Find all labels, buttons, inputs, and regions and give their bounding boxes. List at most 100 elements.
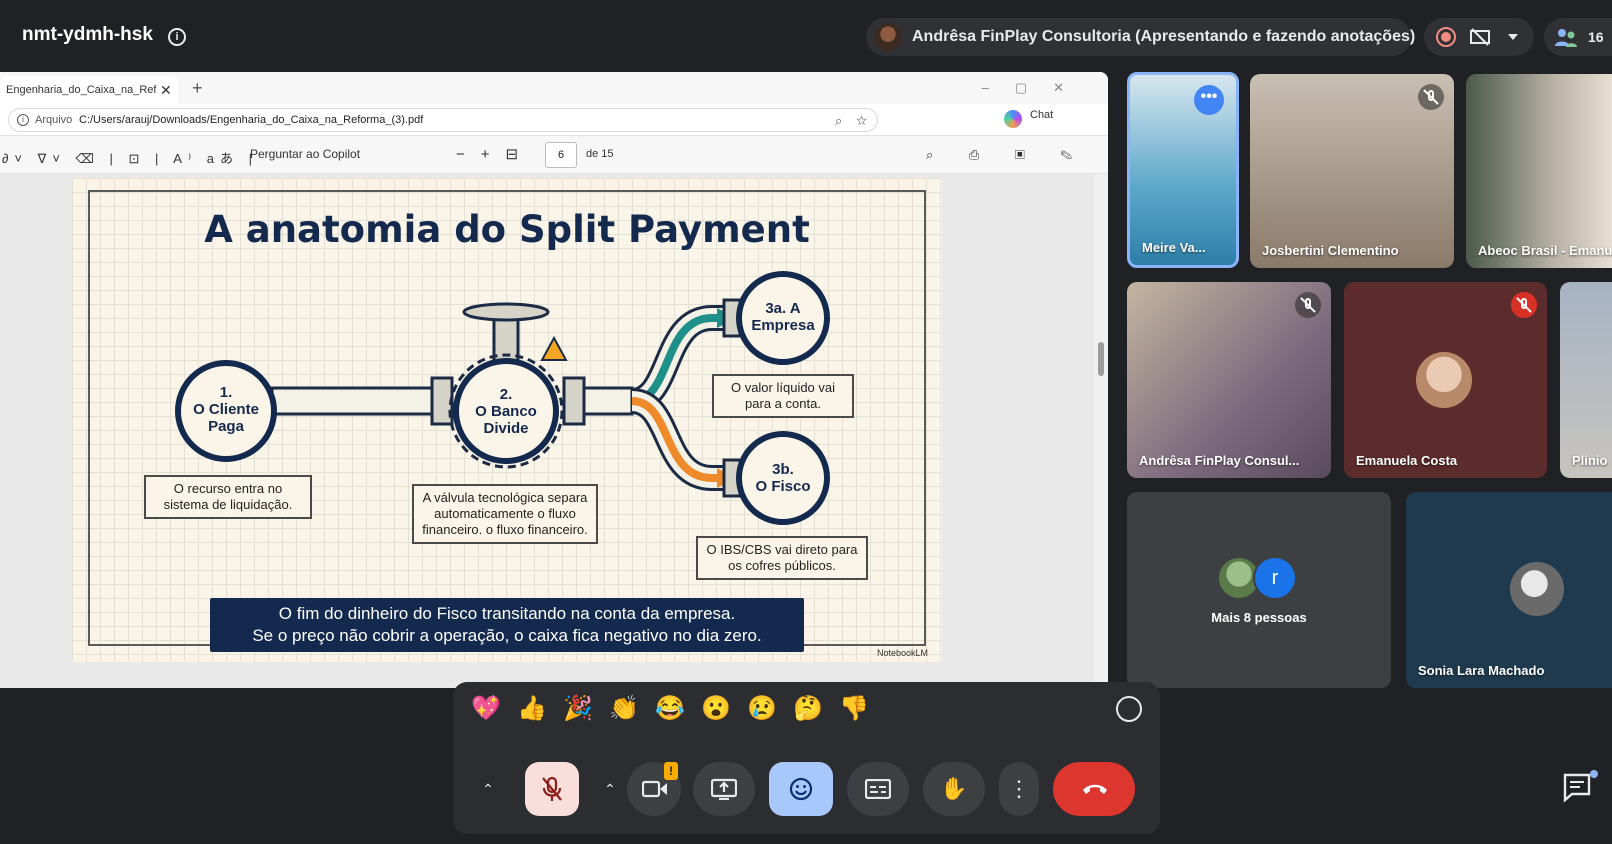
note-step3b: O IBS/CBS vai direto para os cofres públ… <box>696 536 868 580</box>
avatar <box>1416 352 1472 408</box>
participant-name: Sonia Lara Machado <box>1418 663 1545 678</box>
draw-tools-icons[interactable]: ∂˅ ∇˅ ⌫ | ⊡ | A⁾ aあ | <box>2 148 258 167</box>
reaction-sad[interactable]: 😢 <box>747 694 777 724</box>
address-bar: i Arquivo C:/Users/arauj/Downloads/Engen… <box>0 104 1108 136</box>
browser-tab-bar: Engenharia_do_Caixa_na_Reforma_ ✕ + –▢✕ <box>0 72 1108 104</box>
video-options-button[interactable]: ⌃ <box>593 762 627 816</box>
more-options-icon[interactable]: ••• <box>1194 85 1224 115</box>
mic-toggle-button[interactable] <box>525 762 579 816</box>
chevron-down-icon[interactable] <box>1508 34 1518 40</box>
note-step1: O recurso entra no sistema de liquidação… <box>144 475 312 519</box>
browser-tab[interactable]: Engenharia_do_Caixa_na_Reforma_ ✕ <box>0 76 178 104</box>
no-layout-icon[interactable] <box>1470 28 1490 46</box>
warning-icon <box>540 335 568 361</box>
recording-icon[interactable] <box>1436 27 1456 47</box>
hang-up-icon <box>1083 784 1107 794</box>
copilot-icon[interactable] <box>1004 110 1022 128</box>
page-number-input[interactable]: 6 <box>545 142 577 168</box>
presenter-label: Andrêsa FinPlay Consultoria (Apresentand… <box>912 28 1416 45</box>
slide-page: A anatomia do Split Payment 1. O Cliente… <box>72 178 942 662</box>
chat-icon[interactable] <box>1560 770 1594 804</box>
tab-title: Engenharia_do_Caixa_na_Reforma_ <box>6 84 156 96</box>
leave-call-button[interactable] <box>1053 762 1135 816</box>
people-button[interactable]: 16 <box>1544 18 1612 56</box>
participant-name: Andrêsa FinPlay Consul... <box>1139 453 1300 468</box>
slide-banner: O fim do dinheiro do Fisco transitando n… <box>210 598 804 652</box>
audio-options-button[interactable]: ⌃ <box>471 762 505 816</box>
captions-icon <box>865 779 891 799</box>
banner-line-1: O fim do dinheiro do Fisco transitando n… <box>278 604 736 623</box>
raise-hand-button[interactable]: ✋ <box>923 762 985 816</box>
reaction-heart[interactable]: 💖 <box>471 694 501 724</box>
reaction-thinking[interactable]: 🤔 <box>793 694 823 724</box>
reaction-surprised[interactable]: 😮 <box>701 694 731 724</box>
zoom-star-icons[interactable]: ⌕☆ <box>835 113 881 129</box>
site-info-icon[interactable]: i <box>17 114 29 126</box>
chevron-up-icon: ⌃ <box>482 781 494 797</box>
more-people-label: Mais 8 pessoas <box>1211 610 1307 625</box>
chat-notification-dot <box>1590 770 1598 778</box>
slide-title: A anatomia do Split Payment <box>204 208 810 251</box>
participant-tile[interactable]: Emanuela Costa <box>1344 282 1547 478</box>
participant-name: Meire Va... <box>1142 240 1206 255</box>
reaction-clap[interactable]: 👏 <box>609 694 639 724</box>
participant-tile[interactable]: Abeoc Brasil - Emanu <box>1466 74 1612 268</box>
participant-tile[interactable]: Andrêsa FinPlay Consul... <box>1127 282 1331 478</box>
more-participants-tile[interactable]: r Mais 8 pessoas <box>1127 492 1391 688</box>
pdf-viewer: A anatomia do Split Payment 1. O Cliente… <box>0 174 1108 688</box>
participant-name: Josbertini Clementino <box>1262 243 1399 258</box>
presenter-avatar <box>874 23 902 51</box>
reaction-party[interactable]: 🎉 <box>563 694 593 724</box>
reaction-laugh[interactable]: 😂 <box>655 694 685 724</box>
reactions-bar: 💖 👍 🎉 👏 😂 😮 😢 🤔 👎 <box>453 682 1160 742</box>
zoom-controls[interactable]: −+⊟ <box>456 145 534 163</box>
participant-name: Emanuela Costa <box>1356 453 1458 468</box>
shared-screen: Engenharia_do_Caixa_na_Reforma_ ✕ + –▢✕ … <box>0 72 1108 688</box>
people-icon <box>1555 29 1577 47</box>
step3a-label: 3a. A Empresa <box>751 300 815 334</box>
participant-name: Abeoc Brasil - Emanu <box>1478 243 1612 258</box>
call-controls: ⌃ ⌃ ✋ ⋮ <box>453 742 1160 834</box>
chat-button[interactable]: Chat <box>1030 109 1053 121</box>
note-step2: A válvula tecnológica separa automaticam… <box>412 484 598 544</box>
step2-label: 2. O Banco Divide <box>475 386 537 437</box>
participant-name: Plínio <box>1572 453 1608 468</box>
participant-tile[interactable]: Plínio <box>1560 282 1612 478</box>
mic-off-icon <box>1295 292 1321 318</box>
more-vert-icon: ⋮ <box>1008 776 1030 801</box>
step1-label: 1. O Cliente Paga <box>193 384 259 435</box>
video-camera-icon <box>642 780 667 798</box>
flange-right <box>562 376 586 426</box>
participant-tile[interactable]: Josbertini Clementino <box>1250 74 1454 268</box>
chevron-up-icon: ⌃ <box>604 781 616 797</box>
pdf-toolbar: ∂˅ ∇˅ ⌫ | ⊡ | A⁾ aあ | Perguntar ao Copil… <box>0 136 1108 174</box>
info-icon[interactable]: i <box>168 28 186 46</box>
reaction-thumbs-down[interactable]: 👎 <box>839 694 869 724</box>
participant-tile[interactable]: Sonia Lara Machado <box>1406 492 1612 688</box>
add-reaction-icon[interactable] <box>1116 696 1142 722</box>
participant-count: 16 <box>1588 29 1604 45</box>
avatar <box>1510 562 1564 616</box>
smiley-icon <box>789 777 813 801</box>
pdf-scrollbar[interactable] <box>1094 174 1108 688</box>
warning-badge-icon: ! <box>664 762 678 780</box>
scroll-thumb[interactable] <box>1098 342 1104 376</box>
presenter-chip[interactable]: Andrêsa FinPlay Consultoria (Apresentand… <box>866 18 1415 56</box>
url-text: C:/Users/arauj/Downloads/Engenharia_do_C… <box>79 114 424 126</box>
more-options-button[interactable]: ⋮ <box>999 762 1039 816</box>
present-screen-button[interactable] <box>693 762 755 816</box>
captions-button[interactable] <box>847 762 909 816</box>
ask-copilot-button[interactable]: Perguntar ao Copilot <box>250 147 360 161</box>
participant-tile[interactable]: ••• Meire Va... <box>1127 72 1239 268</box>
page-total: de 15 <box>586 148 614 160</box>
step3b-label: 3b. O Fisco <box>755 461 811 495</box>
window-controls[interactable]: –▢✕ <box>982 80 1090 96</box>
close-icon[interactable]: ✕ <box>160 82 172 99</box>
pipe-inlet <box>270 386 444 416</box>
url-field[interactable]: i Arquivo C:/Users/arauj/Downloads/Engen… <box>8 108 878 132</box>
recording-controls <box>1424 18 1534 56</box>
print-save-icons[interactable]: ⌕ ⎙ ▣ ✎ ⋯ <box>926 147 1108 163</box>
new-tab-icon[interactable]: + <box>192 78 203 99</box>
reactions-button[interactable] <box>769 762 833 816</box>
reaction-thumbs-up[interactable]: 👍 <box>517 694 547 724</box>
